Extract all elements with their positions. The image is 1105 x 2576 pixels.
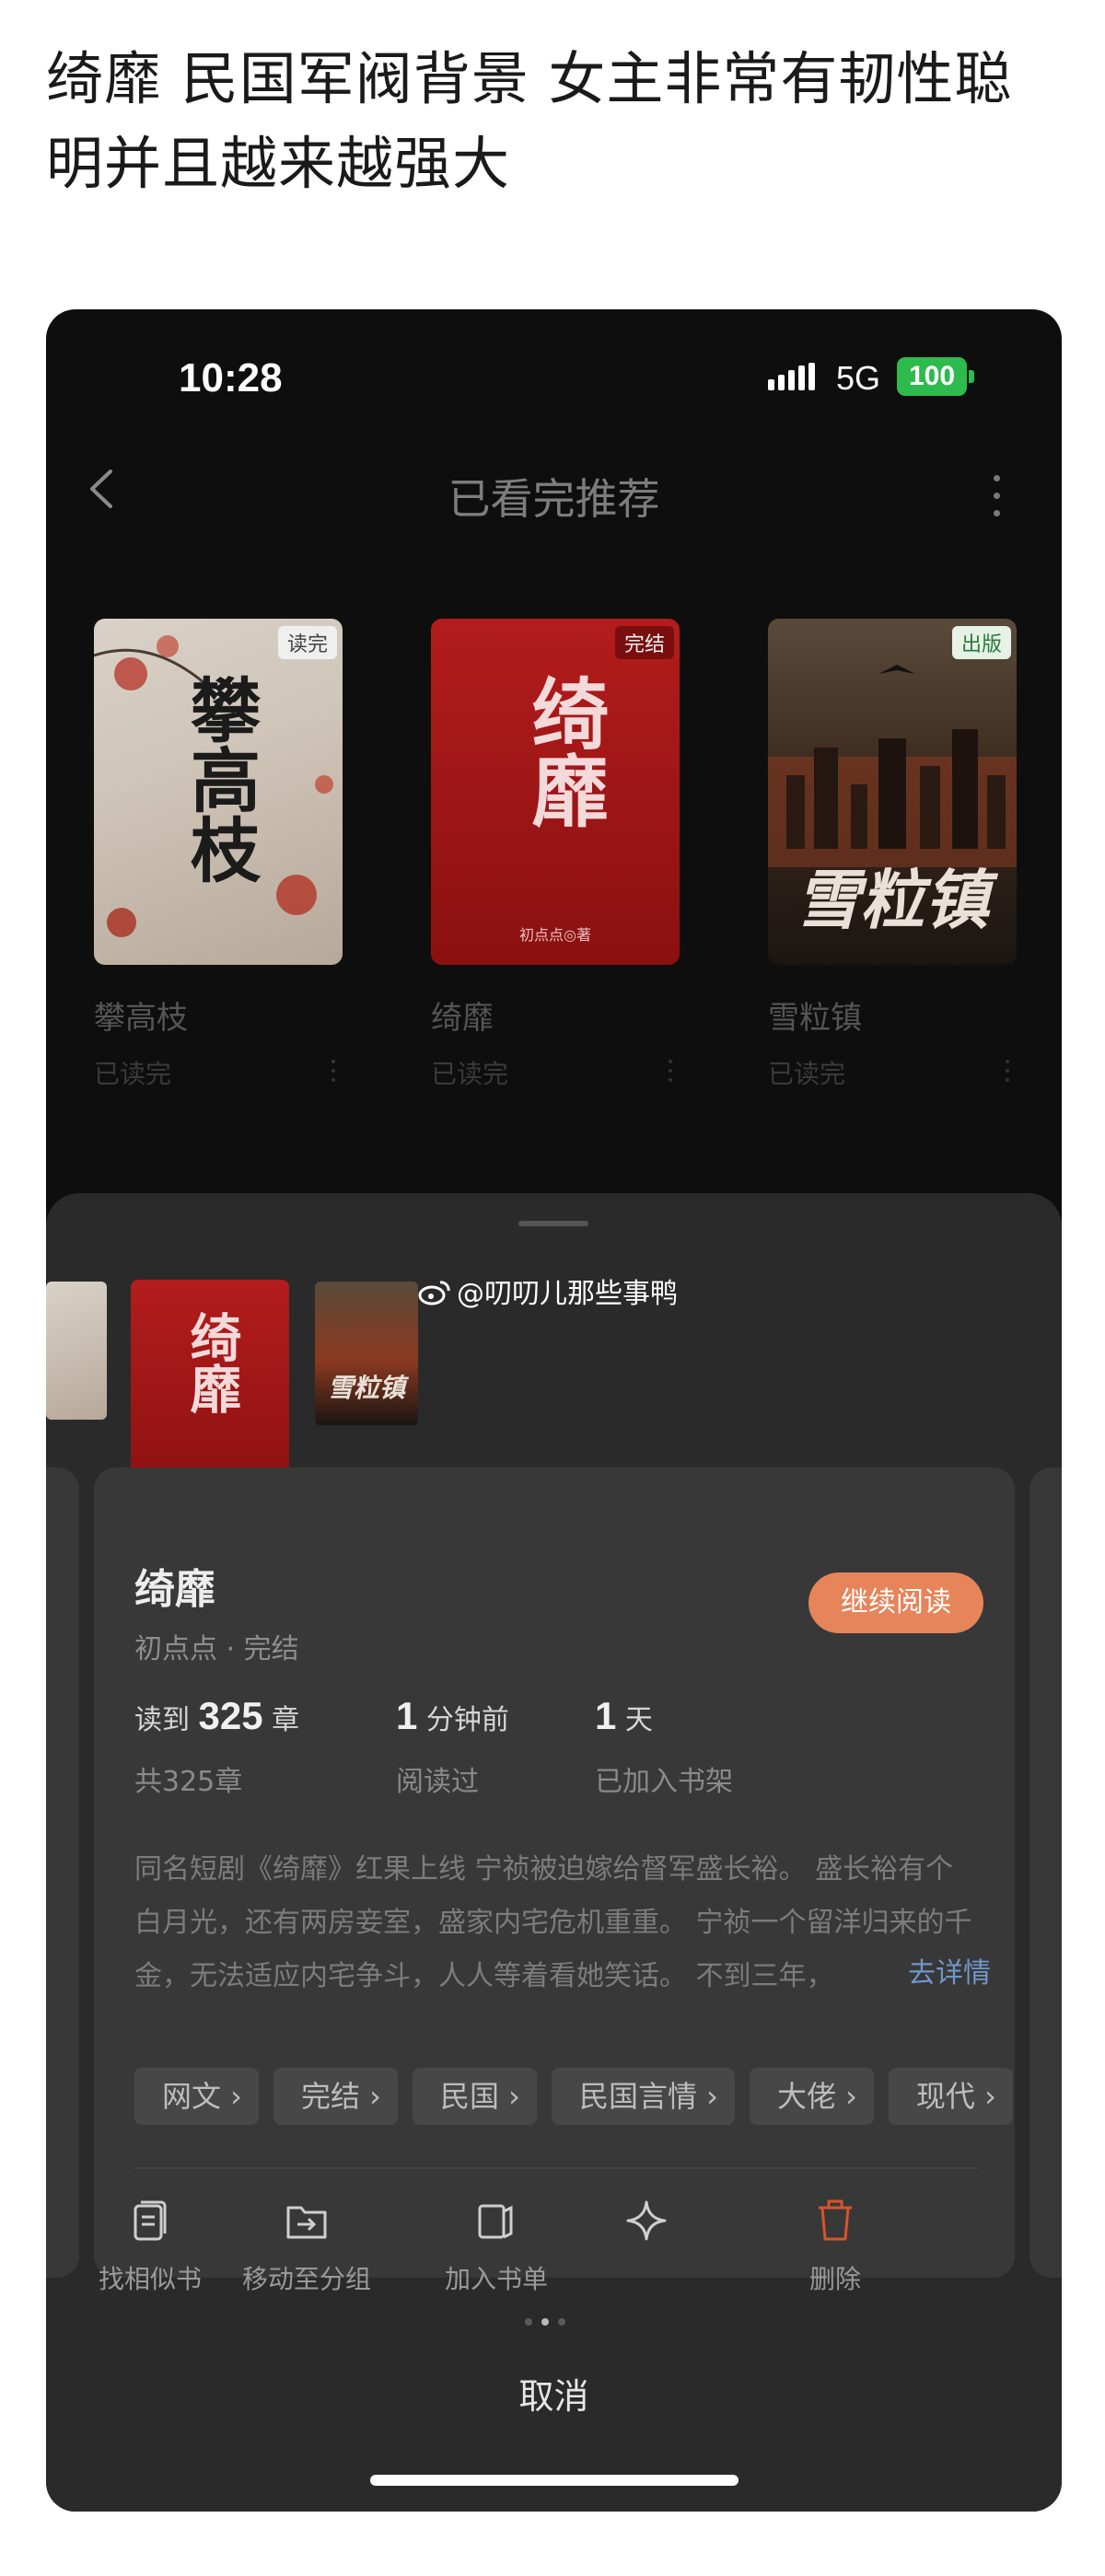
watermark: @叨叨儿那些事鸭 [418, 1271, 678, 1311]
stat-label: 阅读过 [396, 1766, 479, 1798]
next-book-thumb[interactable]: 雪粒镇 [315, 1282, 418, 1425]
sparkle-icon [626, 2200, 667, 2241]
cover-title-art: 攀高枝 [179, 674, 261, 884]
book-detail-card: 绮靡 初点点 · 完结 继续阅读 读到 325 章 共325章 1 分钟前 阅读… [94, 1468, 1018, 2294]
tag-chip[interactable]: 网文 › [134, 2068, 259, 2125]
book-status: 已读完 [768, 1059, 846, 1089]
book-badge: 读完 [277, 626, 337, 659]
prev-book-thumb[interactable] [46, 1282, 107, 1420]
stat-suffix: 章 [272, 1704, 300, 1736]
book-menu-icon[interactable] [1006, 1060, 1009, 1085]
sparkle-action-button[interactable] [559, 2197, 734, 2259]
post-title: 绮靡 民国军阀背景 女主非常有韧性聪明并且越来越强大 [46, 45, 1013, 197]
move-to-group-button[interactable]: 移动至分组 [219, 2197, 394, 2296]
similar-book-icon [134, 2200, 167, 2241]
book-cover[interactable]: 攀高枝 读完 [94, 619, 343, 965]
battery-indicator: 100 [897, 357, 967, 396]
stat-label: 已加入书架 [595, 1766, 733, 1798]
find-similar-button[interactable]: 找相似书 [63, 2197, 238, 2296]
move-folder-icon [286, 2206, 327, 2239]
home-indicator[interactable] [370, 2475, 739, 2486]
delete-button[interactable]: 删除 [748, 2197, 923, 2296]
status-time: 10:28 [179, 355, 283, 400]
book-menu-icon[interactable] [332, 1060, 335, 1085]
tag-chip[interactable]: 完结 › [273, 2068, 398, 2125]
thumb-title-art: 绮靡 [181, 1311, 242, 1414]
tag-list: 网文 › 完结 › 民国 › 民国言情 › 大佬 › 现代 › [134, 2068, 1018, 2127]
action-label: 加入书单 [444, 2264, 548, 2294]
book-badge: 完结 [614, 626, 674, 659]
card-author-status: 初点点 · 完结 [134, 1633, 299, 1665]
stat-label: 共325章 [134, 1766, 243, 1798]
stat-value: 1 [595, 1694, 617, 1737]
phone-screenshot: 10:28 5G 100 已看完推荐 攀高枝 读完 攀高枝 已读完 绮靡 初点点… [46, 309, 1062, 2512]
stat-value: 325 [198, 1694, 263, 1737]
add-to-booklist-button[interactable]: 加入书单 [409, 2197, 584, 2296]
book-cover[interactable]: 绮靡 初点点◎著 完结 [431, 619, 680, 965]
cover-title-art: 雪粒镇 [796, 862, 989, 938]
stat-chapters-read: 读到 325 章 [134, 1694, 299, 1738]
prev-card-edge[interactable] [46, 1468, 79, 2278]
card-book-title: 绮靡 [134, 1566, 215, 1613]
more-options-icon[interactable] [991, 475, 1002, 525]
action-label: 找相似书 [98, 2264, 202, 2294]
network-type: 5G [836, 359, 881, 397]
thumb-title-art: 雪粒镇 [327, 1373, 405, 1403]
action-label: 移动至分组 [241, 2264, 371, 2294]
tag-chip[interactable]: 民国 › [412, 2068, 537, 2125]
book-title: 攀高枝 [94, 1000, 188, 1037]
tag-chip[interactable]: 民国言情 › [551, 2068, 735, 2125]
book-title: 雪粒镇 [768, 1000, 862, 1037]
stat-days-on-shelf: 1 天 [595, 1694, 653, 1738]
book-cover[interactable]: 雪粒镇 出版 [768, 619, 1017, 965]
book-description: 同名短剧《绮靡》红果上线 宁祯被迫嫁给督军盛长裕。 盛长裕有个白月光，还有两房妾… [134, 1853, 972, 1992]
trash-icon [819, 2199, 852, 2241]
stat-prefix: 读到 [134, 1704, 190, 1736]
cover-title-art: 绮靡 [519, 674, 611, 829]
book-status: 已读完 [94, 1059, 172, 1089]
stat-suffix: 天 [624, 1704, 653, 1736]
book-menu-icon[interactable] [669, 1060, 672, 1085]
stat-suffix: 分钟前 [425, 1704, 509, 1736]
next-card-edge[interactable] [1029, 1468, 1062, 2278]
weibo-logo-icon [418, 1281, 450, 1305]
stat-value: 1 [396, 1694, 418, 1737]
battery-tip [969, 370, 974, 383]
book-badge: 出版 [951, 626, 1011, 659]
page-indicator [525, 2312, 580, 2326]
signal-icon [768, 363, 815, 390]
divider [134, 2167, 978, 2169]
page-title: 已看完推荐 [448, 474, 660, 524]
book-item[interactable]: 攀高枝 读完 攀高枝 已读完 [94, 619, 343, 1091]
action-label: 删除 [808, 2264, 861, 2294]
cancel-button[interactable]: 取消 [46, 2368, 1062, 2419]
book-status: 已读完 [431, 1059, 509, 1089]
go-to-details-link[interactable]: 去详情 [893, 1950, 991, 1990]
tag-chip[interactable]: 现代 › [888, 2068, 1013, 2125]
cover-author: 初点点◎著 [519, 926, 591, 944]
watermark-text: @叨叨儿那些事鸭 [457, 1278, 678, 1310]
book-item[interactable]: 雪粒镇 出版 雪粒镇 已读完 [768, 619, 1017, 1091]
sheet-grab-handle[interactable] [518, 1221, 588, 1226]
continue-reading-button[interactable]: 继续阅读 [808, 1572, 983, 1633]
book-title: 绮靡 [431, 1000, 494, 1037]
booklist-icon [478, 2204, 513, 2239]
tag-chip[interactable]: 大佬 › [749, 2068, 874, 2125]
stat-last-read: 1 分钟前 [396, 1694, 509, 1738]
book-item[interactable]: 绮靡 初点点◎著 完结 绮靡 已读完 [431, 619, 680, 1091]
book-action-sheet: 绮靡 雪粒镇 @叨叨儿那些事鸭 绮靡 初点点 · 完结 继续阅读 读到 325 … [46, 1193, 1062, 2512]
